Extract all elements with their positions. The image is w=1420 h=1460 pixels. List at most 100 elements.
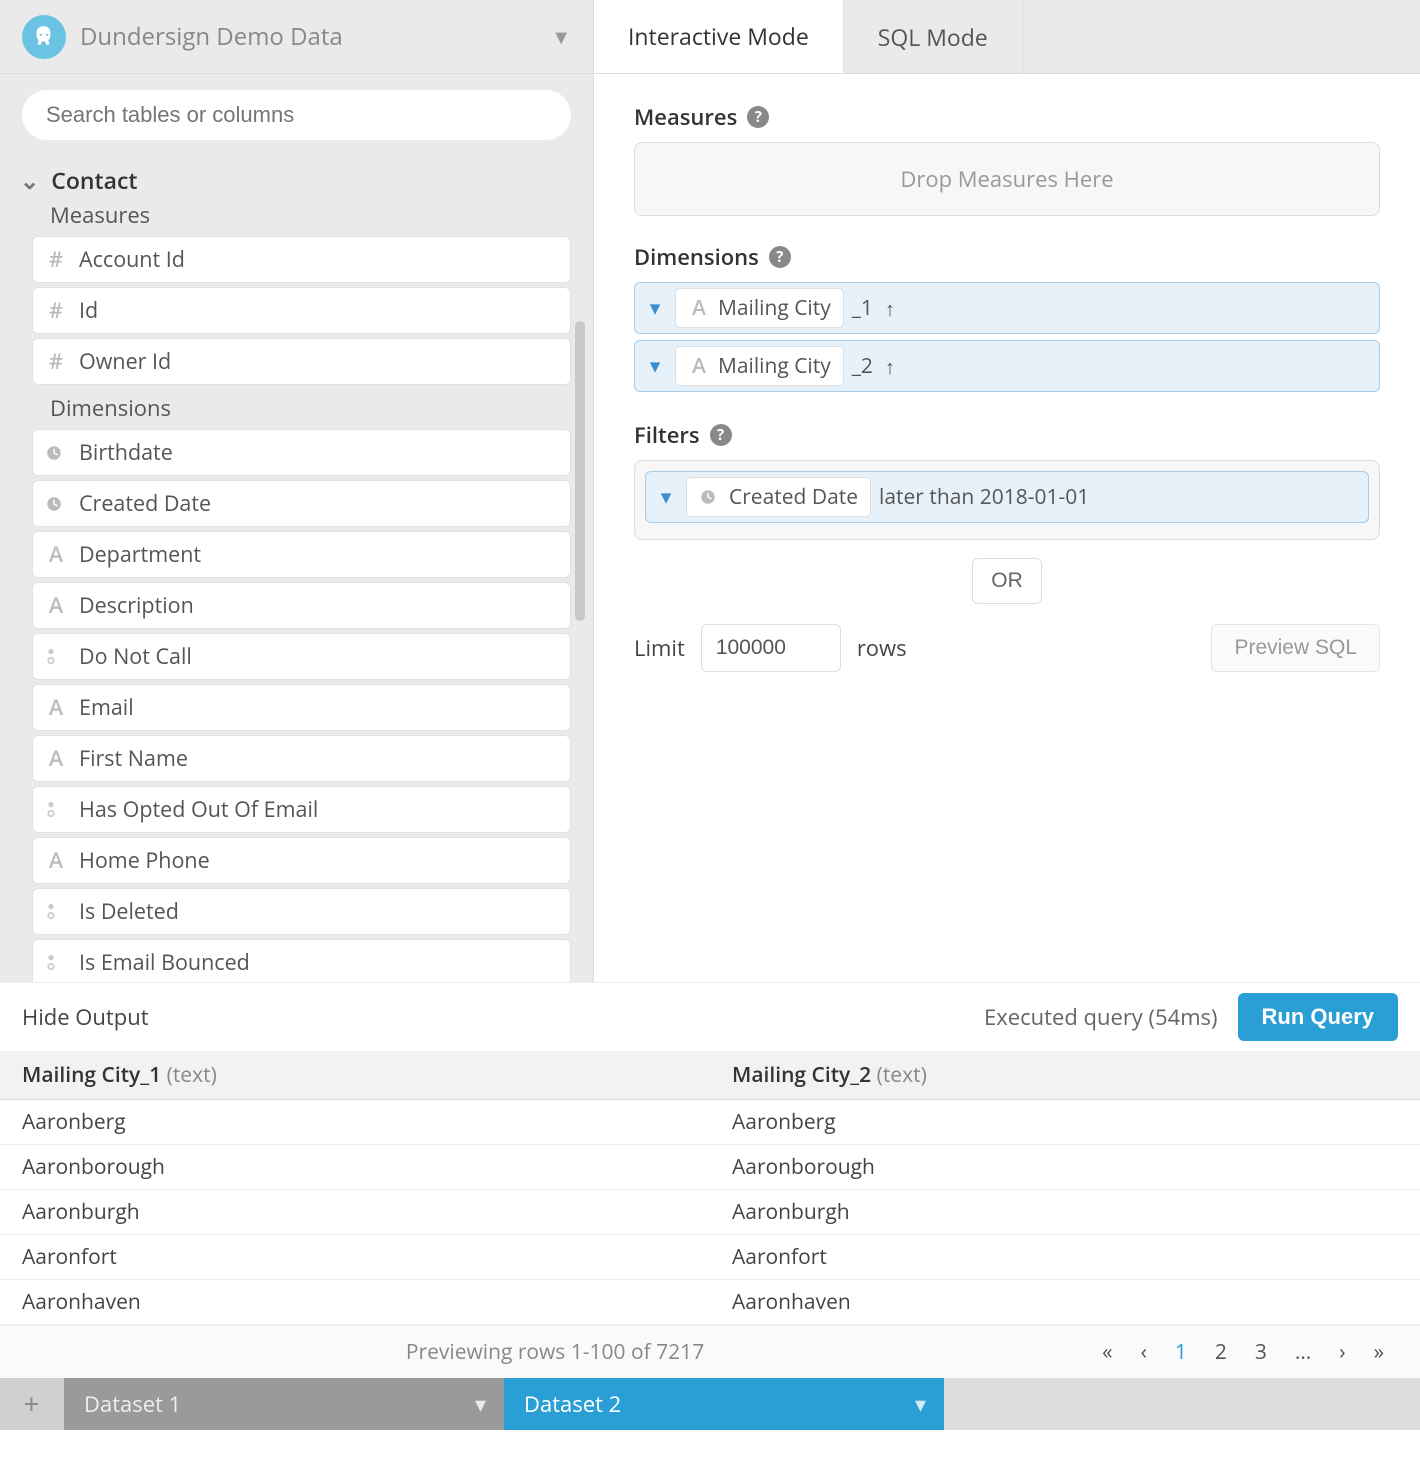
mode-tabs: Interactive Mode SQL Mode bbox=[594, 0, 1420, 74]
number-icon: # bbox=[45, 296, 67, 325]
measures-label: Measures ? bbox=[634, 102, 1380, 132]
output-panel: Hide Output Executed query (54ms) Run Qu… bbox=[0, 982, 1420, 1378]
field-item[interactable]: ADescription bbox=[32, 582, 571, 629]
help-icon[interactable]: ? bbox=[769, 246, 791, 268]
field-item[interactable]: Created Date bbox=[32, 480, 571, 527]
preview-sql-button[interactable]: Preview SQL bbox=[1211, 624, 1380, 672]
dimension-field-label: Mailing City bbox=[718, 294, 831, 322]
field-item[interactable]: Birthdate bbox=[32, 429, 571, 476]
page-number[interactable]: 2 bbox=[1201, 1338, 1241, 1366]
sort-asc-icon[interactable]: ↑ bbox=[885, 295, 895, 322]
preview-range: Previewing rows 1-100 of 7217 bbox=[22, 1338, 1088, 1366]
dataset-tab-label: Dataset 2 bbox=[524, 1389, 621, 1419]
measures-heading: Measures bbox=[0, 196, 593, 234]
field-item[interactable]: AHome Phone bbox=[32, 837, 571, 884]
run-query-button[interactable]: Run Query bbox=[1238, 993, 1398, 1041]
caret-down-icon[interactable]: ▾ bbox=[475, 1389, 486, 1419]
text-icon: A bbox=[688, 352, 710, 380]
results-table: Mailing City_1 (text)Mailing City_2 (tex… bbox=[0, 1051, 1420, 1325]
datasource-select[interactable]: Dundersign Demo Data ▼ bbox=[0, 0, 593, 74]
table-row[interactable]: AaronboroughAaronborough bbox=[0, 1145, 1420, 1190]
field-item[interactable]: AEmail bbox=[32, 684, 571, 731]
or-button[interactable]: OR bbox=[972, 558, 1042, 604]
caret-down-icon[interactable]: ▾ bbox=[635, 283, 675, 333]
tab-interactive[interactable]: Interactive Mode bbox=[594, 0, 844, 73]
caret-down-icon[interactable]: ▾ bbox=[635, 341, 675, 391]
hide-output-button[interactable]: Hide Output bbox=[22, 1002, 149, 1032]
dimensions-label: Dimensions ? bbox=[634, 242, 1380, 272]
field-label: Birthdate bbox=[79, 438, 173, 467]
text-icon: A bbox=[45, 693, 67, 722]
dataset-tab-label: Dataset 1 bbox=[84, 1389, 181, 1419]
dataset-tabs: + Dataset 1 ▾ Dataset 2 ▾ bbox=[0, 1378, 1420, 1430]
limit-label: Limit bbox=[634, 633, 685, 663]
field-label: Has Opted Out Of Email bbox=[79, 795, 318, 824]
field-item[interactable]: #Owner Id bbox=[32, 338, 571, 385]
page-next[interactable]: › bbox=[1325, 1338, 1359, 1366]
add-dataset-button[interactable]: + bbox=[0, 1378, 64, 1430]
dimension-row[interactable]: ▾ A Mailing City _1 ↑ bbox=[634, 282, 1380, 334]
caret-down-icon[interactable]: ▾ bbox=[646, 472, 686, 522]
search-input[interactable] bbox=[22, 90, 571, 140]
schema-tree: ⌄ Contact Measures #Account Id#Id#Owner … bbox=[0, 156, 593, 982]
field-item[interactable]: ADepartment bbox=[32, 531, 571, 578]
sidebar: Dundersign Demo Data ▼ ⌄ Contact Measure… bbox=[0, 0, 594, 982]
scrollbar-thumb[interactable] bbox=[575, 321, 585, 621]
bool-icon bbox=[45, 801, 67, 819]
field-label: Is Email Bounced bbox=[79, 948, 250, 977]
page-number[interactable]: 3 bbox=[1241, 1338, 1281, 1366]
field-item[interactable]: Do Not Call bbox=[32, 633, 571, 680]
chevron-down-icon: ▼ bbox=[551, 23, 571, 50]
table-node[interactable]: ⌄ Contact bbox=[0, 156, 593, 196]
filter-field-label: Created Date bbox=[729, 483, 858, 511]
table-row[interactable]: AaronburghAaronburgh bbox=[0, 1190, 1420, 1235]
table-cell: Aaronborough bbox=[0, 1145, 710, 1190]
page-first[interactable]: « bbox=[1088, 1338, 1126, 1366]
field-item[interactable]: Is Deleted bbox=[32, 888, 571, 935]
filter-field-pill[interactable]: Created Date bbox=[686, 477, 871, 517]
page-prev[interactable]: ‹ bbox=[1127, 1338, 1161, 1366]
field-label: First Name bbox=[79, 744, 188, 773]
help-icon[interactable]: ? bbox=[747, 106, 769, 128]
sort-asc-icon[interactable]: ↑ bbox=[885, 353, 895, 380]
text-icon: A bbox=[688, 294, 710, 322]
column-header[interactable]: Mailing City_2 (text) bbox=[710, 1051, 1420, 1100]
field-item[interactable]: #Account Id bbox=[32, 236, 571, 283]
table-cell: Aaronfort bbox=[0, 1235, 710, 1280]
dimension-pill[interactable]: A Mailing City bbox=[675, 346, 844, 386]
page-number[interactable]: … bbox=[1281, 1338, 1325, 1366]
field-item[interactable]: Is Email Bounced bbox=[32, 939, 571, 982]
exec-info: Executed query (54ms) bbox=[984, 1002, 1218, 1032]
dimension-row[interactable]: ▾ A Mailing City _2 ↑ bbox=[634, 340, 1380, 392]
table-row[interactable]: AaronfortAaronfort bbox=[0, 1235, 1420, 1280]
field-item[interactable]: #Id bbox=[32, 287, 571, 334]
column-type: (text) bbox=[877, 1061, 927, 1089]
field-item[interactable]: Has Opted Out Of Email bbox=[32, 786, 571, 833]
table-label: Contact bbox=[51, 164, 137, 196]
limit-input[interactable] bbox=[701, 624, 841, 672]
table-cell: Aaronfort bbox=[710, 1235, 1420, 1280]
table-row[interactable]: AaronbergAaronberg bbox=[0, 1100, 1420, 1145]
table-row[interactable]: AaronhavenAaronhaven bbox=[0, 1280, 1420, 1325]
table-cell: Aaronhaven bbox=[0, 1280, 710, 1325]
field-label: Account Id bbox=[79, 245, 185, 274]
measures-dropzone[interactable]: Drop Measures Here bbox=[634, 142, 1380, 216]
field-label: Created Date bbox=[79, 489, 211, 518]
caret-down-icon[interactable]: ▾ bbox=[915, 1389, 926, 1419]
table-cell: Aaronburgh bbox=[710, 1190, 1420, 1235]
dimension-pill[interactable]: A Mailing City bbox=[675, 288, 844, 328]
filter-row[interactable]: ▾ Created Date later than 2018-01-01 bbox=[645, 471, 1369, 523]
table-cell: Aaronberg bbox=[710, 1100, 1420, 1145]
table-cell: Aaronborough bbox=[710, 1145, 1420, 1190]
dataset-tab-1[interactable]: Dataset 1 ▾ bbox=[64, 1378, 504, 1430]
dataset-tab-2[interactable]: Dataset 2 ▾ bbox=[504, 1378, 944, 1430]
field-item[interactable]: AFirst Name bbox=[32, 735, 571, 782]
table-cell: Aaronhaven bbox=[710, 1280, 1420, 1325]
tab-sql[interactable]: SQL Mode bbox=[844, 0, 1023, 73]
page-number[interactable]: 1 bbox=[1161, 1338, 1201, 1366]
column-header[interactable]: Mailing City_1 (text) bbox=[0, 1051, 710, 1100]
clock-icon bbox=[699, 488, 721, 506]
page-last[interactable]: » bbox=[1360, 1338, 1398, 1366]
help-icon[interactable]: ? bbox=[710, 424, 732, 446]
filters-label: Filters ? bbox=[634, 420, 1380, 450]
